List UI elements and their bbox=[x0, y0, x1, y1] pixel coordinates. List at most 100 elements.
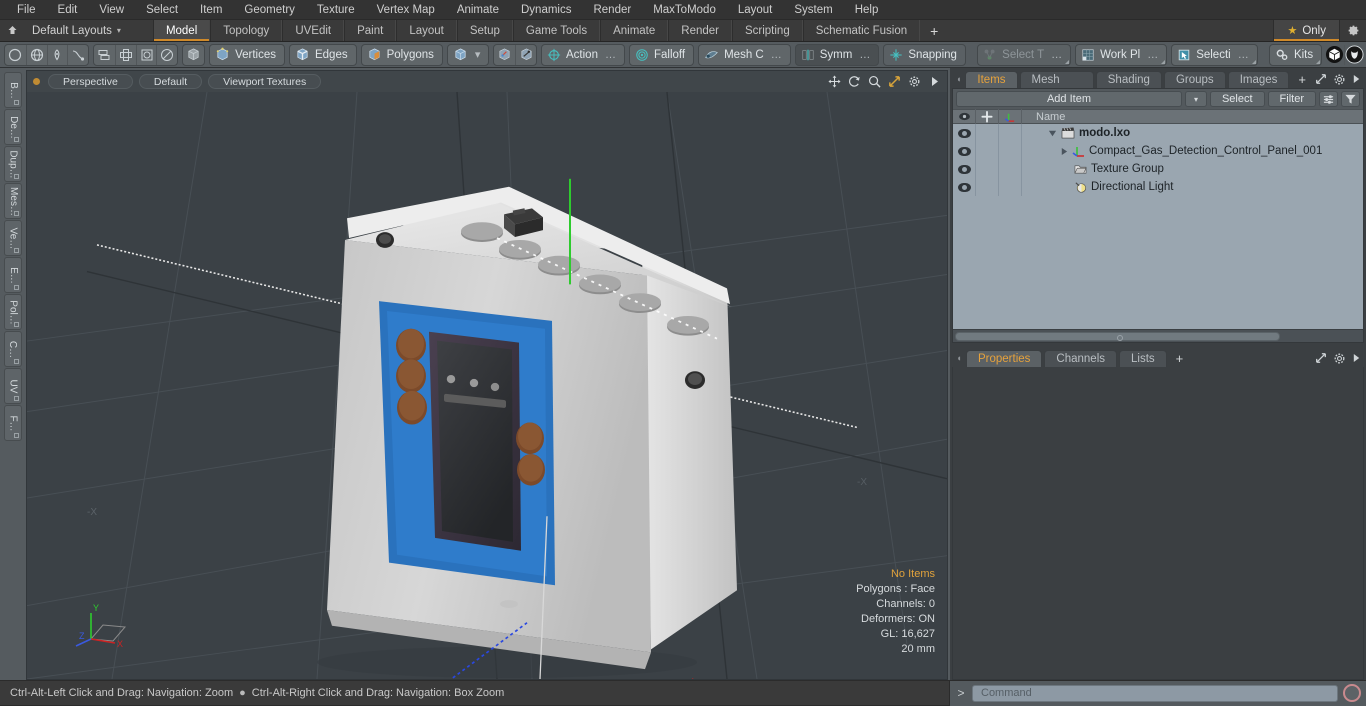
curve-icon[interactable] bbox=[67, 44, 88, 65]
row-transform-cell[interactable] bbox=[999, 160, 1022, 178]
viewport-textures-button[interactable]: Viewport Textures bbox=[208, 74, 322, 89]
menu-item-select[interactable]: Select bbox=[135, 0, 189, 20]
row-transform-cell[interactable] bbox=[999, 178, 1022, 196]
unreal-logo-icon[interactable] bbox=[1344, 44, 1364, 65]
column-visibility[interactable] bbox=[953, 109, 976, 124]
menu-item-view[interactable]: View bbox=[88, 0, 135, 20]
pivot-edit-icon[interactable] bbox=[515, 44, 536, 65]
command-input[interactable]: Command bbox=[972, 684, 1338, 702]
list-item[interactable]: modo.lxo bbox=[953, 124, 1363, 142]
circle-icon[interactable] bbox=[5, 45, 26, 65]
items-list-body[interactable]: modo.lxo Compact_Gas_Detection_Control_P… bbox=[953, 124, 1363, 329]
scrollbar-thumb[interactable] bbox=[955, 331, 1280, 341]
pivot-center-icon[interactable] bbox=[494, 45, 515, 65]
axis-gizmo[interactable]: Y X Z bbox=[73, 599, 131, 651]
work-plane-button[interactable]: Work Pl … bbox=[1075, 43, 1168, 66]
row-visibility-toggle[interactable] bbox=[953, 142, 976, 160]
panel-menu-dot-icon[interactable]: ◖ bbox=[952, 349, 966, 367]
left-tab-edge[interactable]: E… bbox=[4, 257, 22, 293]
row-lock-cell[interactable] bbox=[976, 124, 999, 142]
arrow-right-icon[interactable] bbox=[1352, 353, 1361, 363]
items-horizontal-scrollbar[interactable] bbox=[953, 329, 1363, 342]
symmetry-button[interactable]: Symm … bbox=[794, 43, 880, 66]
tab-properties[interactable]: Properties bbox=[966, 350, 1043, 367]
row-lock-cell[interactable] bbox=[976, 142, 999, 160]
items-mode-dropdown[interactable]: ▾ bbox=[446, 43, 490, 66]
left-tab-fusion[interactable]: F… bbox=[4, 405, 22, 441]
selection-sets-button[interactable]: Selecti … bbox=[1171, 43, 1258, 66]
menu-item-layout[interactable]: Layout bbox=[727, 0, 784, 20]
list-item[interactable]: Directional Light bbox=[953, 178, 1363, 196]
left-tab-basic[interactable]: B… bbox=[4, 72, 22, 108]
action-center-button[interactable]: Action … bbox=[541, 43, 625, 66]
center-icon[interactable] bbox=[114, 44, 136, 65]
viewport-projection-button[interactable]: Perspective bbox=[48, 74, 133, 89]
tab-render[interactable]: Render bbox=[668, 20, 732, 41]
menu-item-help[interactable]: Help bbox=[844, 0, 890, 20]
mode-vertices-button[interactable]: Vertices bbox=[209, 43, 285, 66]
tab-channels[interactable]: Channels bbox=[1044, 350, 1118, 367]
menu-item-item[interactable]: Item bbox=[189, 0, 233, 20]
pan-icon[interactable] bbox=[828, 75, 841, 88]
tab-topology[interactable]: Topology bbox=[210, 20, 283, 41]
kits-button[interactable]: Kits bbox=[1268, 43, 1323, 66]
list-item[interactable]: Texture Group bbox=[953, 160, 1363, 178]
left-tab-deform[interactable]: De… bbox=[4, 109, 22, 145]
column-transform[interactable] bbox=[999, 109, 1022, 124]
row-visibility-toggle[interactable] bbox=[953, 160, 976, 178]
3d-viewport[interactable]: -X -X Y X Z No Items Polygons: Face Cha… bbox=[26, 92, 948, 680]
list-options-icon[interactable] bbox=[1319, 91, 1338, 107]
left-tab-vertex[interactable]: Ve… bbox=[4, 220, 22, 256]
gear-icon[interactable] bbox=[908, 75, 921, 88]
row-visibility-toggle[interactable] bbox=[953, 178, 976, 196]
add-panel-tab-button[interactable]: + bbox=[1291, 71, 1313, 88]
tab-animate[interactable]: Animate bbox=[600, 20, 669, 41]
home-icon[interactable] bbox=[0, 20, 24, 41]
tab-mesh-ops[interactable]: Mesh Ops bbox=[1019, 71, 1094, 103]
rotate-icon[interactable] bbox=[848, 75, 861, 88]
left-tab-mesh-edit[interactable]: Mes… bbox=[4, 183, 22, 219]
left-tab-uv[interactable]: UV bbox=[4, 368, 22, 404]
tab-items[interactable]: Items bbox=[965, 71, 1018, 88]
menu-item-animate[interactable]: Animate bbox=[446, 0, 510, 20]
falloff-button[interactable]: Falloff bbox=[628, 43, 695, 66]
add-item-dropdown[interactable]: ▾ bbox=[1184, 91, 1207, 107]
add-properties-tab-button[interactable]: + bbox=[1169, 350, 1191, 367]
menu-item-geometry[interactable]: Geometry bbox=[233, 0, 306, 20]
layout-selector[interactable]: Default Layouts ▾ bbox=[24, 20, 129, 41]
add-item-button[interactable]: Add Item bbox=[956, 91, 1182, 107]
gear-icon[interactable] bbox=[1333, 352, 1346, 365]
panel-menu-dot-icon[interactable]: ◖ bbox=[952, 70, 965, 88]
gear-icon[interactable] bbox=[1340, 20, 1366, 41]
row-lock-cell[interactable] bbox=[976, 160, 999, 178]
menu-item-system[interactable]: System bbox=[783, 0, 843, 20]
row-visibility-toggle[interactable] bbox=[953, 124, 976, 142]
viewport-style-button[interactable]: Default bbox=[138, 74, 203, 89]
menu-item-dynamics[interactable]: Dynamics bbox=[510, 0, 582, 20]
cube-icon[interactable] bbox=[183, 45, 204, 65]
collapse-triangle-icon[interactable] bbox=[1060, 147, 1068, 156]
modo-logo-icon[interactable] bbox=[1324, 45, 1344, 65]
menu-item-file[interactable]: File bbox=[6, 0, 47, 20]
tab-uvedit[interactable]: UVEdit bbox=[282, 20, 345, 41]
align-icon[interactable] bbox=[94, 45, 115, 65]
mode-edges-button[interactable]: Edges bbox=[288, 43, 357, 66]
fullscreen-icon[interactable] bbox=[888, 75, 901, 88]
column-lock[interactable] bbox=[976, 109, 999, 124]
menu-item-vertex-map[interactable]: Vertex Map bbox=[366, 0, 446, 20]
globe-icon[interactable] bbox=[25, 44, 47, 65]
expand-icon[interactable] bbox=[1315, 73, 1327, 85]
row-lock-cell[interactable] bbox=[976, 178, 999, 196]
tab-schematic-fusion[interactable]: Schematic Fusion bbox=[802, 20, 921, 41]
expand-triangle-icon[interactable] bbox=[1048, 129, 1057, 138]
snapping-button[interactable]: Snapping bbox=[883, 43, 966, 66]
ellipse-icon[interactable] bbox=[156, 44, 177, 65]
zoom-icon[interactable] bbox=[868, 75, 881, 88]
row-transform-cell[interactable] bbox=[999, 142, 1022, 160]
square-circle-icon[interactable] bbox=[135, 44, 157, 65]
mode-polygons-button[interactable]: Polygons bbox=[360, 43, 443, 66]
list-item[interactable]: Compact_Gas_Detection_Control_Panel_001 bbox=[953, 142, 1363, 160]
tab-game-tools[interactable]: Game Tools bbox=[512, 20, 601, 41]
select-through-button[interactable]: Select T … bbox=[977, 43, 1072, 66]
menu-item-edit[interactable]: Edit bbox=[47, 0, 89, 20]
